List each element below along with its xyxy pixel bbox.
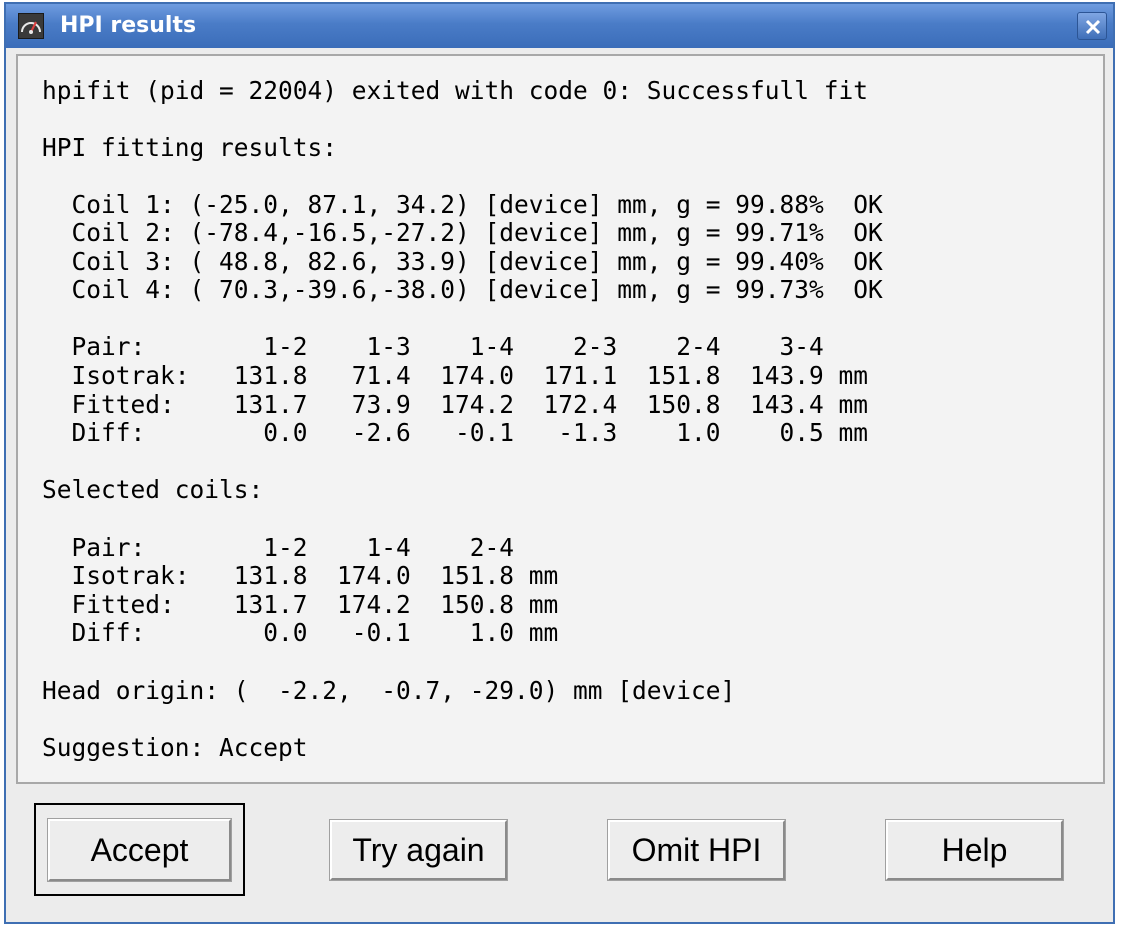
fitted-line: Fitted: 131.7 73.9 174.2 172.4 150.8 143… — [42, 390, 869, 419]
help-button[interactable]: Help — [886, 820, 1063, 880]
suggestion-line: Suggestion: Accept — [42, 733, 308, 762]
isotrak-line: Isotrak: 131.8 71.4 174.0 171.1 151.8 14… — [42, 361, 869, 390]
accept-button[interactable]: Accept — [48, 819, 231, 881]
selected-pair-header-line: Pair: 1-2 1-4 2-4 — [42, 533, 515, 562]
close-icon — [1085, 19, 1101, 35]
fitting-results-heading: HPI fitting results: — [42, 133, 338, 162]
diff-line: Diff: 0.0 -2.6 -0.1 -1.3 1.0 0.5 mm — [42, 418, 869, 447]
coil-3-line: Coil 3: ( 48.8, 82.6, 33.9) [device] mm,… — [42, 247, 883, 276]
selected-diff-line: Diff: 0.0 -0.1 1.0 mm — [42, 618, 559, 647]
results-text-area: hpifit (pid = 22004) exited with code 0:… — [16, 54, 1105, 784]
head-origin-line: Head origin: ( -2.2, -0.7, -29.0) mm [de… — [42, 676, 736, 705]
hpi-results-dialog: HPI results hpifit (pid = 22004) exited … — [4, 2, 1115, 924]
close-button[interactable] — [1077, 12, 1107, 40]
coil-2-line: Coil 2: (-78.4,-16.5,-27.2) [device] mm,… — [42, 218, 883, 247]
coil-1-line: Coil 1: (-25.0, 87.1, 34.2) [device] mm,… — [42, 190, 883, 219]
window-title: HPI results — [60, 13, 197, 38]
selected-isotrak-line: Isotrak: 131.8 174.0 151.8 mm — [42, 561, 559, 590]
coil-4-line: Coil 4: ( 70.3,-39.6,-38.0) [device] mm,… — [42, 275, 883, 304]
selected-coils-heading: Selected coils: — [42, 475, 264, 504]
exit-status-line: hpifit (pid = 22004) exited with code 0:… — [42, 76, 869, 105]
gauge-icon — [18, 13, 44, 39]
title-bar[interactable]: HPI results — [6, 4, 1113, 48]
default-button-frame: Accept — [34, 803, 245, 896]
pair-header-line: Pair: 1-2 1-3 1-4 2-3 2-4 3-4 — [42, 332, 824, 361]
selected-fitted-line: Fitted: 131.7 174.2 150.8 mm — [42, 590, 559, 619]
try-again-button[interactable]: Try again — [330, 820, 507, 880]
omit-hpi-button[interactable]: Omit HPI — [608, 820, 785, 880]
